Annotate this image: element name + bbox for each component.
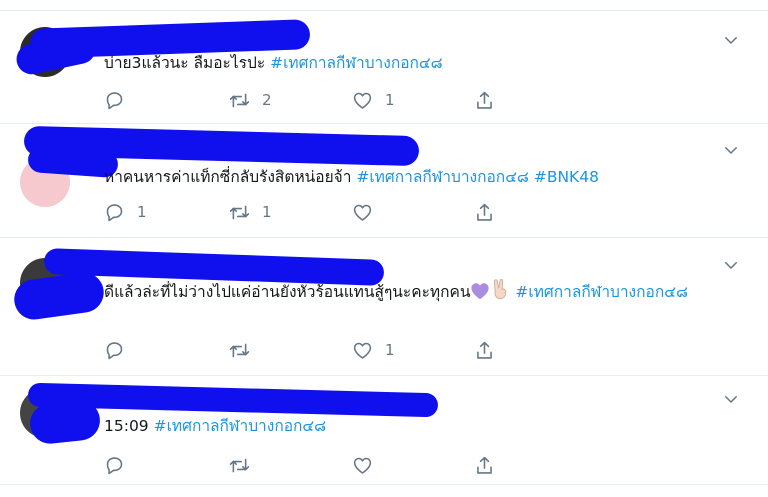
heart-icon: [352, 90, 373, 111]
share-icon: [474, 340, 495, 361]
retweet-count: 2: [262, 91, 272, 109]
like-button[interactable]: 1: [352, 89, 395, 111]
tweet-text: บ่าย3แล้วนะ ลืมอะไรปะ #เทศกาลกีฬาบางกอก๔…: [104, 51, 704, 75]
retweet-button[interactable]: [229, 339, 262, 361]
reply-button[interactable]: [104, 339, 137, 361]
tweet-body: หาคนหารค่าแท็กซี่กลับรังสิตหน่อยจ้า: [104, 168, 352, 186]
like-button[interactable]: [352, 201, 385, 223]
tweet-actions: 1 1: [104, 201, 524, 223]
victory-hand-icon: [490, 278, 510, 307]
chevron-down-icon[interactable]: [722, 390, 740, 408]
share-icon: [474, 202, 495, 223]
purple-heart-icon: [470, 282, 490, 307]
heart-icon: [352, 202, 373, 223]
retweet-icon: [229, 340, 250, 361]
retweet-button[interactable]: [229, 454, 262, 476]
hashtag-link[interactable]: #เทศกาลกีฬาบางกอก๔๘: [356, 168, 529, 186]
like-button[interactable]: 1: [352, 339, 395, 361]
share-button[interactable]: [474, 201, 495, 223]
tweet-text: หาคนหารค่าแท็กซี่กลับรังสิตหน่อยจ้า #เทศ…: [104, 165, 704, 189]
share-icon: [474, 90, 495, 111]
retweet-icon: [229, 202, 250, 223]
chevron-down-icon[interactable]: [722, 256, 740, 274]
like-button[interactable]: [352, 454, 385, 476]
tweet-feed: บ่าย3แล้วนะ ลืมอะไรปะ #เทศกาลกีฬาบางกอก๔…: [0, 0, 768, 497]
reply-icon: [104, 90, 125, 111]
hashtag-link[interactable]: #เทศกาลกีฬาบางกอก๔๘: [515, 283, 688, 301]
chevron-down-icon[interactable]: [722, 31, 740, 49]
tweet-actions: 2 1: [104, 89, 524, 111]
reply-icon: [104, 202, 125, 223]
retweet-count: 1: [262, 203, 272, 221]
tweet-actions: [104, 454, 524, 476]
tweet-body: ดีแล้วล่ะที่ไม่ว่างไปแค่อ่านยังหัวร้อนแท…: [104, 283, 471, 301]
reply-button[interactable]: [104, 454, 137, 476]
reply-icon: [104, 340, 125, 361]
tweet[interactable]: บ่าย3แล้วนะ ลืมอะไรปะ #เทศกาลกีฬาบางกอก๔…: [0, 10, 768, 124]
tweet-body: บ่าย3แล้วนะ ลืมอะไรปะ: [104, 54, 266, 72]
share-icon: [474, 455, 495, 476]
tweet-body: 15:09: [104, 417, 149, 435]
retweet-icon: [229, 455, 250, 476]
reply-count: 1: [137, 203, 147, 221]
reply-button[interactable]: 1: [104, 201, 147, 223]
heart-icon: [352, 455, 373, 476]
heart-icon: [352, 340, 373, 361]
tweet[interactable]: ดีแล้วล่ะที่ไม่ว่างไปแค่อ่านยังหัวร้อนแท…: [0, 238, 768, 376]
redacted-avatar: [28, 398, 102, 446]
tweet-text: 15:09 #เทศกาลกีฬาบางกอก๔๘: [104, 414, 704, 438]
reply-icon: [104, 455, 125, 476]
tweet[interactable]: หาคนหารค่าแท็กซี่กลับรังสิตหน่อยจ้า #เทศ…: [0, 123, 768, 238]
hashtag-link[interactable]: #เทศกาลกีฬาบางกอก๔๘: [154, 417, 327, 435]
chevron-down-icon[interactable]: [722, 141, 740, 159]
retweet-button[interactable]: 1: [229, 201, 272, 223]
share-button[interactable]: [474, 89, 495, 111]
tweet[interactable]: 15:09 #เทศกาลกีฬาบางกอก๔๘: [0, 376, 768, 485]
share-button[interactable]: [474, 454, 495, 476]
tweet-text: ดีแล้วล่ะที่ไม่ว่างไปแค่อ่านยังหัวร้อนแท…: [104, 278, 704, 307]
hashtag-link[interactable]: #เทศกาลกีฬาบางกอก๔๘: [270, 54, 443, 72]
tweet-actions: 1: [104, 339, 524, 361]
reply-button[interactable]: [104, 89, 137, 111]
retweet-icon: [229, 90, 250, 111]
hashtag-link[interactable]: #BNK48: [534, 168, 599, 186]
like-count: 1: [385, 91, 395, 109]
retweet-button[interactable]: 2: [229, 89, 272, 111]
share-button[interactable]: [474, 339, 495, 361]
like-count: 1: [385, 341, 395, 359]
